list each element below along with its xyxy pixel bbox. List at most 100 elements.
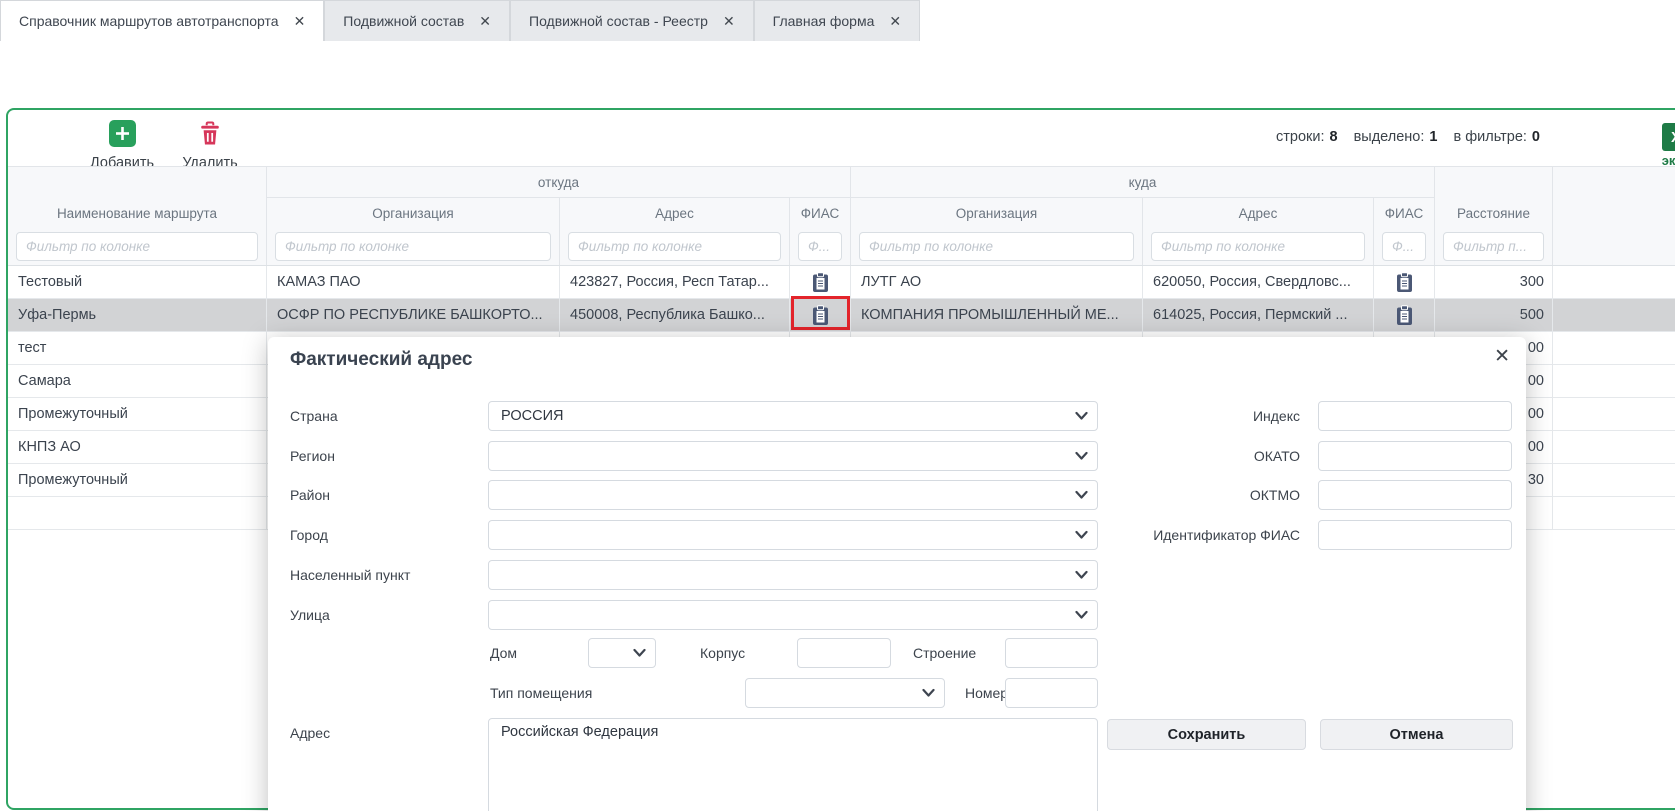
oktmo-input[interactable] xyxy=(1318,480,1512,510)
settlement-select[interactable] xyxy=(488,560,1098,590)
postal-index-input[interactable] xyxy=(1318,401,1512,431)
header-addr-from[interactable]: Адрес xyxy=(560,198,790,229)
city-select[interactable] xyxy=(488,520,1098,550)
cell-org-to: ЛУТГ АО xyxy=(851,266,1143,298)
cell-addr-from: 450008, Республика Башко... xyxy=(560,299,790,331)
region-select[interactable] xyxy=(488,441,1098,471)
filter-row xyxy=(8,229,1675,266)
fias-clipboard-button[interactable] xyxy=(1374,299,1435,331)
room-type-select[interactable] xyxy=(745,678,945,708)
screen: Справочник маршрутов автотранспорта ✕ По… xyxy=(0,0,1675,811)
building-input[interactable] xyxy=(797,638,891,668)
district-label: Район xyxy=(290,480,330,510)
chevron-down-icon xyxy=(633,649,646,658)
header-spacer xyxy=(1553,198,1675,229)
add-button[interactable]: Добавить xyxy=(72,120,172,171)
street-select[interactable] xyxy=(488,600,1098,630)
cell-addr-from: 423827, Россия, Респ Татар... xyxy=(560,266,790,298)
oktmo-label: ОКТМО xyxy=(1060,480,1300,510)
tab-rolling-stock[interactable]: Подвижной состав ✕ xyxy=(324,0,510,41)
cell-route-name: Промежуточный xyxy=(8,464,267,496)
cell-addr-to: 614025, Россия, Пермский ... xyxy=(1143,299,1374,331)
city-label: Город xyxy=(290,520,328,550)
cell-route-name: КНПЗ АО xyxy=(8,431,267,463)
filter-addr-from-input[interactable] xyxy=(568,232,781,261)
chevron-down-icon xyxy=(1075,571,1088,580)
close-icon[interactable]: ✕ xyxy=(1494,345,1510,368)
filter-org-to-input[interactable] xyxy=(859,232,1134,261)
excel-icon: X xyxy=(1662,123,1675,151)
filter-distance-input[interactable] xyxy=(1443,232,1544,261)
trash-icon xyxy=(199,120,221,152)
actual-address-dialog: Фактический адрес ✕ Страна Регион Район … xyxy=(268,337,1526,811)
settlement-label: Населенный пункт xyxy=(290,560,410,590)
room-type-label: Тип помещения xyxy=(490,678,592,708)
close-icon[interactable]: ✕ xyxy=(723,13,735,30)
cell-route-name: Промежуточный xyxy=(8,398,267,430)
region-label: Регион xyxy=(290,441,335,471)
address-textarea[interactable]: Российская Федерация xyxy=(488,718,1098,811)
selected-count: выделено:1 xyxy=(1354,129,1438,145)
cell-distance: 500 xyxy=(1435,299,1553,331)
chevron-down-icon xyxy=(1075,611,1088,620)
header-org-from[interactable]: Организация xyxy=(267,198,560,229)
header-org-to[interactable]: Организация xyxy=(851,198,1143,229)
tab-label: Справочник маршрутов автотранспорта xyxy=(19,13,279,29)
house-select[interactable] xyxy=(588,638,656,668)
cell-org-from: КАМАЗ ПАО xyxy=(267,266,560,298)
filtered-count: в фильтре:0 xyxy=(1453,129,1540,145)
cell-route-name: тест xyxy=(8,332,267,364)
delete-button[interactable]: Удалить xyxy=(165,120,255,171)
clipboard-icon xyxy=(812,272,829,293)
group-spacer xyxy=(1553,167,1675,198)
grid-counters: строки:8 выделено:1 в фильтре:0 xyxy=(1108,129,1540,145)
clipboard-icon xyxy=(1396,272,1413,293)
save-button[interactable]: Сохранить xyxy=(1107,719,1306,750)
header-fias-to[interactable]: ФИАС xyxy=(1374,198,1435,229)
cell-route-name: Самара xyxy=(8,365,267,397)
fias-clipboard-button[interactable] xyxy=(790,266,851,298)
group-header-row: откуда куда xyxy=(8,167,1675,198)
group-empty xyxy=(1435,167,1553,198)
close-icon[interactable]: ✕ xyxy=(479,13,491,30)
tab-rolling-stock-registry[interactable]: Подвижной состав - Реестр ✕ xyxy=(510,0,754,41)
filter-route-input[interactable] xyxy=(16,232,258,261)
header-fias-from[interactable]: ФИАС xyxy=(790,198,851,229)
tab-bar: Справочник маршрутов автотранспорта ✕ По… xyxy=(0,0,1675,41)
header-addr-to[interactable]: Адрес xyxy=(1143,198,1374,229)
fias-id-label: Идентификатор ФИАС xyxy=(1060,520,1300,550)
cell-org-from: ОСФР ПО РЕСПУБЛИКЕ БАШКОРТО... xyxy=(267,299,560,331)
postal-index-label: Индекс xyxy=(1060,401,1300,431)
fias-id-input[interactable] xyxy=(1318,520,1512,550)
filter-fias-from-input[interactable] xyxy=(798,232,842,261)
tab-main-form[interactable]: Главная форма ✕ xyxy=(754,0,920,41)
okato-input[interactable] xyxy=(1318,441,1512,471)
structure-input[interactable] xyxy=(1005,638,1098,668)
plus-icon xyxy=(109,120,136,152)
filter-addr-to-input[interactable] xyxy=(1151,232,1365,261)
header-route-name[interactable]: Наименование маршрута xyxy=(8,198,267,229)
cancel-button[interactable]: Отмена xyxy=(1320,719,1513,750)
country-select[interactable]: РОССИЯ xyxy=(488,401,1098,431)
close-icon[interactable]: ✕ xyxy=(889,13,901,30)
fias-clipboard-button[interactable] xyxy=(1374,266,1435,298)
cell-distance: 300 xyxy=(1435,266,1553,298)
district-select[interactable] xyxy=(488,480,1098,510)
tab-routes-directory[interactable]: Справочник маршрутов автотранспорта ✕ xyxy=(0,0,324,41)
okato-label: ОКАТО xyxy=(1060,441,1300,471)
cell-addr-to: 620050, Россия, Свердловс... xyxy=(1143,266,1374,298)
house-label: Дом xyxy=(490,638,517,668)
structure-label: Строение xyxy=(913,638,976,668)
number-input[interactable] xyxy=(1005,678,1098,708)
group-from-header: откуда xyxy=(267,167,851,198)
excel-export-button[interactable]: X эксп xyxy=(1646,123,1675,168)
filter-org-from-input[interactable] xyxy=(275,232,551,261)
address-label: Адрес xyxy=(290,718,330,748)
cell-org-to: КОМПАНИЯ ПРОМЫШЛЕННЫЙ МЕ... xyxy=(851,299,1143,331)
header-distance[interactable]: Расстояние xyxy=(1435,198,1553,229)
table-row[interactable]: Тестовый КАМАЗ ПАО 423827, Россия, Респ … xyxy=(8,266,1675,299)
number-label: Номер xyxy=(965,678,1008,708)
tab-label: Подвижной состав xyxy=(343,13,464,29)
close-icon[interactable]: ✕ xyxy=(294,13,306,30)
filter-fias-to-input[interactable] xyxy=(1382,232,1426,261)
